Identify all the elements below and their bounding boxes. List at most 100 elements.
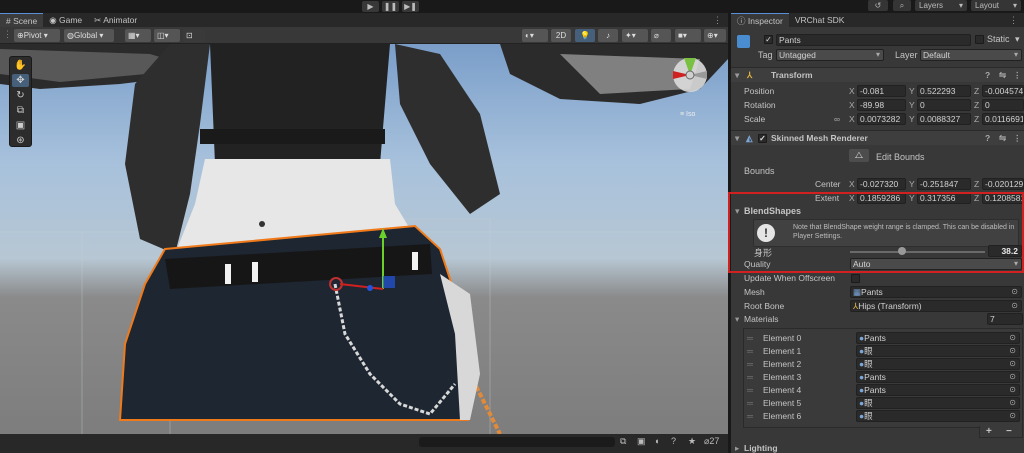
materials-row[interactable]: ▾ Materials 7 bbox=[731, 313, 1024, 326]
object-picker-icon[interactable]: ⊙ bbox=[1009, 385, 1016, 395]
object-name-field[interactable]: Pants bbox=[776, 34, 971, 46]
network-icon[interactable]: ⧉ bbox=[620, 436, 626, 447]
static-checkbox[interactable] bbox=[975, 35, 984, 44]
help-icon[interactable]: ? bbox=[985, 131, 990, 146]
edit-bounds-button[interactable]: ⧍ bbox=[849, 149, 869, 162]
mesh-field[interactable]: ▦Pants ⊙ bbox=[850, 286, 1022, 298]
rotation-z-field[interactable]: 0 bbox=[982, 99, 1024, 111]
search-icon[interactable]: ⌕ bbox=[893, 0, 911, 11]
tag-dropdown[interactable]: Untagged ▾ bbox=[776, 49, 884, 61]
tab-inspector[interactable]: ⓘ Inspector bbox=[731, 13, 789, 27]
hidden-count[interactable]: ⌀27 bbox=[704, 436, 719, 447]
object-picker-icon[interactable]: ⊙ bbox=[1009, 411, 1016, 421]
more-icon[interactable]: ⋮ bbox=[1013, 131, 1022, 146]
materials-count-field[interactable]: 7 bbox=[987, 313, 1023, 325]
console-search-field[interactable] bbox=[419, 437, 615, 447]
scale-tool-icon[interactable]: ⧉ bbox=[12, 104, 29, 117]
position-x-field[interactable]: -0.081 bbox=[857, 85, 906, 97]
gizmos-dropdown[interactable]: ⊕▾ bbox=[704, 29, 726, 42]
position-y-field[interactable]: 0.522293 bbox=[917, 85, 971, 97]
foldout-icon[interactable]: ▾ bbox=[735, 206, 740, 217]
scale-z-field[interactable]: 0.0116691 bbox=[982, 113, 1024, 125]
lighting-toggle[interactable]: 💡 bbox=[575, 29, 595, 42]
blendshapes-label[interactable]: BlendShapes bbox=[744, 206, 801, 216]
rotation-y-field[interactable]: 0 bbox=[917, 99, 971, 111]
effects-dropdown[interactable]: ✦▾ bbox=[622, 29, 648, 42]
scale-x-field[interactable]: 0.0073282 bbox=[857, 113, 906, 125]
static-dropdown-icon[interactable]: ▾ bbox=[1015, 34, 1020, 45]
tab-game[interactable]: ◉ Game bbox=[43, 13, 88, 27]
hand-tool-icon[interactable]: ✋ bbox=[12, 59, 29, 72]
material-field[interactable]: ●Pants ⊙ bbox=[856, 332, 1020, 344]
rotation-x-field[interactable]: -89.98 bbox=[857, 99, 906, 111]
drag-handle-icon[interactable]: ═ bbox=[747, 371, 753, 384]
material-field[interactable]: ●Pants ⊙ bbox=[856, 371, 1020, 383]
pause-button[interactable]: ❚❚ bbox=[382, 1, 399, 12]
object-picker-icon[interactable]: ⊙ bbox=[1009, 372, 1016, 382]
update-offscreen-checkbox[interactable] bbox=[851, 274, 860, 283]
material-field[interactable]: ●眼 ⊙ bbox=[856, 410, 1020, 422]
global-dropdown[interactable]: ◍Global ▾ bbox=[64, 29, 114, 42]
history-icon[interactable]: ↺ bbox=[868, 0, 888, 11]
remove-element-button[interactable]: − bbox=[1006, 426, 1012, 437]
center-z-field[interactable]: -0.020129 bbox=[982, 178, 1024, 190]
preset-icon[interactable]: ⇋ bbox=[999, 68, 1006, 83]
object-picker-icon[interactable]: ⊙ bbox=[1009, 359, 1016, 369]
blendshape-value-field[interactable]: 38.2 bbox=[988, 245, 1022, 257]
scale-y-field[interactable]: 0.0088327 bbox=[917, 113, 971, 125]
audio-icon[interactable]: ◖ bbox=[654, 436, 659, 446]
object-picker-icon[interactable]: ⊙ bbox=[1009, 398, 1016, 408]
help-icon[interactable]: ? bbox=[671, 436, 676, 446]
center-y-field[interactable]: -0.251847 bbox=[917, 178, 971, 190]
step-button[interactable]: ▶❚ bbox=[402, 1, 419, 12]
more-icon[interactable]: ⋮ bbox=[1009, 15, 1024, 26]
layout-dropdown[interactable]: Layout ▾ bbox=[971, 0, 1021, 11]
hidden-objects-toggle[interactable]: ⌀ bbox=[651, 29, 671, 42]
more-icon[interactable]: ⋮ bbox=[1013, 68, 1022, 83]
position-z-field[interactable]: -0.004574 bbox=[982, 85, 1024, 97]
layer-dropdown[interactable]: Default ▾ bbox=[920, 49, 1022, 61]
camera-dropdown[interactable]: ■▾ bbox=[675, 29, 701, 42]
material-field[interactable]: ●眼 ⊙ bbox=[856, 345, 1020, 357]
audio-toggle[interactable]: ♪ bbox=[598, 29, 618, 42]
drag-handle-icon[interactable]: ═ bbox=[747, 384, 753, 397]
active-checkbox[interactable]: ✓ bbox=[764, 35, 773, 44]
tab-animator[interactable]: ✂ Animator bbox=[88, 13, 143, 27]
material-field[interactable]: ●Pants ⊙ bbox=[856, 384, 1020, 396]
material-field[interactable]: ●眼 ⊙ bbox=[856, 397, 1020, 409]
blendshape-slider-track[interactable] bbox=[850, 251, 985, 253]
play-button[interactable]: ▶ bbox=[362, 1, 379, 12]
center-x-field[interactable]: -0.027320 bbox=[857, 178, 906, 190]
object-picker-icon[interactable]: ⊙ bbox=[1011, 287, 1018, 297]
move-tool-icon[interactable]: ✥ bbox=[12, 74, 29, 87]
star-icon[interactable]: ★ bbox=[688, 436, 696, 447]
more-icon[interactable]: ⋮ bbox=[713, 15, 728, 26]
rect-tool-icon[interactable]: ▣ bbox=[12, 119, 29, 132]
draw-mode-dropdown[interactable]: ◐▾ bbox=[522, 29, 548, 42]
object-picker-icon[interactable]: ⊙ bbox=[1009, 333, 1016, 343]
scene-viewport[interactable]: ≡ Iso bbox=[0, 44, 728, 434]
rotate-tool-icon[interactable]: ↻ bbox=[12, 89, 29, 102]
smr-header[interactable]: ▾ ◭ ✓ Skinned Mesh Renderer ? ⇋ ⋮ bbox=[731, 130, 1024, 145]
drag-handle-icon[interactable]: ═ bbox=[747, 332, 753, 345]
add-element-button[interactable]: + bbox=[986, 426, 992, 437]
drag-handle-icon[interactable]: ═ bbox=[747, 410, 753, 423]
drag-handle-icon[interactable]: ═ bbox=[747, 397, 753, 410]
grid-snap-button[interactable]: ▦▾ bbox=[125, 29, 151, 42]
preset-icon[interactable]: ⇋ bbox=[999, 131, 1006, 146]
tab-vrchat-sdk[interactable]: VRChat SDK bbox=[789, 13, 851, 27]
2d-toggle[interactable]: 2D bbox=[551, 29, 571, 42]
lighting-row[interactable]: ▸ Lighting bbox=[731, 442, 1024, 453]
drag-handle-icon[interactable]: ═ bbox=[747, 345, 753, 358]
object-picker-icon[interactable]: ⊙ bbox=[1009, 346, 1016, 356]
drag-handle-icon[interactable]: ═ bbox=[747, 358, 753, 371]
help-icon[interactable]: ? bbox=[985, 68, 990, 83]
link-icon[interactable]: ∞ bbox=[834, 113, 840, 126]
blendshape-slider-thumb[interactable] bbox=[897, 247, 906, 255]
smr-enabled-checkbox[interactable]: ✓ bbox=[758, 134, 767, 143]
snap-toggle[interactable]: ⊡ bbox=[183, 29, 205, 42]
quality-dropdown[interactable]: Auto ▾ bbox=[850, 258, 1022, 270]
increment-snap-button[interactable]: ◫▾ bbox=[154, 29, 180, 42]
layers-dropdown[interactable]: Layers ▾ bbox=[915, 0, 967, 11]
transform-tool-icon[interactable]: ⊛ bbox=[12, 134, 29, 147]
